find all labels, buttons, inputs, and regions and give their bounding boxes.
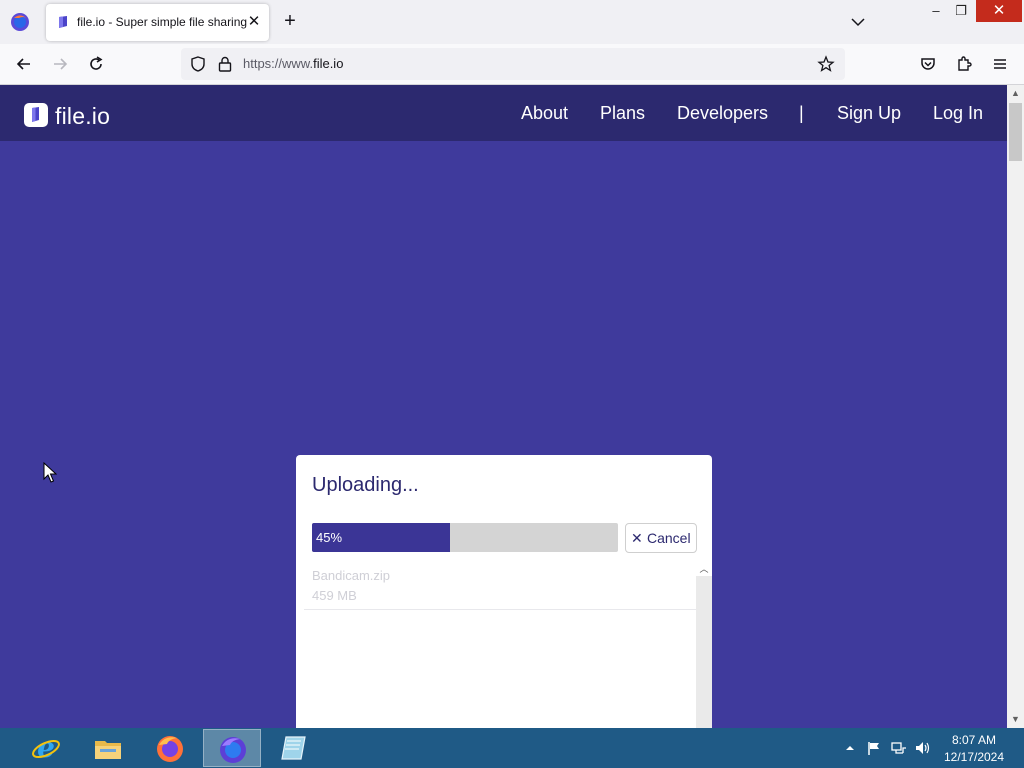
nav-link-about[interactable]: About xyxy=(521,103,568,124)
firefox-menu-icon[interactable] xyxy=(10,12,30,32)
taskbar-file-explorer[interactable] xyxy=(79,729,137,767)
nav-link-developers[interactable]: Developers xyxy=(677,103,768,124)
url-domain: file.io xyxy=(313,56,344,71)
tracking-protection-shield-icon[interactable] xyxy=(189,55,207,73)
hamburger-menu-icon[interactable] xyxy=(990,54,1010,74)
close-icon: ✕ xyxy=(631,530,643,546)
new-tab-button[interactable]: + xyxy=(279,10,301,32)
window-maximize-button[interactable]: ❐ xyxy=(949,0,973,22)
nav-link-sign-up[interactable]: Sign Up xyxy=(837,103,901,124)
tab-title: file.io - Super simple file sharing xyxy=(77,15,248,29)
url-text[interactable]: https://www.file.io xyxy=(243,56,343,71)
fileio-logo-icon[interactable] xyxy=(24,103,48,127)
nav-link-plans[interactable]: Plans xyxy=(600,103,645,124)
taskbar-clock-date[interactable]: 12/17/2024 xyxy=(940,750,1008,764)
scrollbar-thumb[interactable] xyxy=(1009,103,1022,161)
svg-text:e: e xyxy=(37,733,55,763)
file-size: 459 MB xyxy=(312,588,357,603)
nav-separator: | xyxy=(799,103,804,123)
upload-file-list: Bandicam.zip 459 MB xyxy=(304,562,696,728)
scroll-up-arrow-icon[interactable]: ▲ xyxy=(1007,85,1024,102)
taskbar-firefox[interactable] xyxy=(141,729,199,767)
site-brand[interactable]: file.io xyxy=(55,103,110,130)
taskbar-firefox-developer[interactable] xyxy=(203,729,261,767)
browser-tab-active[interactable]: file.io - Super simple file sharing ✕ xyxy=(46,4,269,41)
back-arrow-icon[interactable] xyxy=(14,54,34,74)
upload-dialog: Uploading... 45% ✕ Cancel Bandicam.zip 4… xyxy=(296,455,712,728)
upload-progress-bar: 45% xyxy=(312,523,618,552)
extensions-puzzle-icon[interactable] xyxy=(954,54,974,74)
browser-navbar: https://www.file.io xyxy=(0,44,1024,85)
chevron-down-icon[interactable] xyxy=(848,12,868,32)
cancel-label: Cancel xyxy=(647,530,691,546)
file-name: Bandicam.zip xyxy=(312,568,391,583)
page-scrollbar[interactable]: ▲ ▼ xyxy=(1007,85,1024,728)
windows-taskbar: e xyxy=(0,728,1024,768)
file-divider xyxy=(304,609,696,610)
pocket-icon[interactable] xyxy=(918,54,938,74)
taskbar-notepad[interactable] xyxy=(265,729,323,767)
address-bar[interactable]: https://www.file.io xyxy=(181,48,845,80)
taskbar-clock-time[interactable]: 8:07 AM xyxy=(946,733,1002,747)
scroll-down-arrow-icon[interactable]: ▼ xyxy=(1007,711,1024,728)
nav-link-log-in[interactable]: Log In xyxy=(933,103,983,124)
lock-icon[interactable] xyxy=(217,55,233,73)
bookmark-star-icon[interactable] xyxy=(817,55,835,73)
forward-arrow-icon[interactable] xyxy=(50,54,70,74)
action-center-flag-icon[interactable] xyxy=(866,740,882,756)
tab-close-icon[interactable]: ✕ xyxy=(244,12,264,32)
file-list-scrollbar[interactable]: ︿ xyxy=(696,562,712,728)
browser-titlebar: file.io - Super simple file sharing ✕ + … xyxy=(0,0,1024,44)
firefox-developer-icon xyxy=(220,737,246,763)
fileio-favicon-icon xyxy=(59,16,67,28)
internet-explorer-icon: e xyxy=(32,733,60,763)
chevron-up-icon[interactable] xyxy=(844,740,856,756)
network-icon[interactable] xyxy=(890,740,908,756)
taskbar-internet-explorer[interactable]: e xyxy=(17,729,75,767)
window-minimize-button[interactable]: – xyxy=(924,0,948,22)
window-close-button[interactable]: ✕ xyxy=(976,0,1022,22)
firefox-icon xyxy=(157,736,183,762)
url-prefix: https://www. xyxy=(243,56,314,71)
notepad-icon xyxy=(281,736,306,760)
folder-icon xyxy=(95,741,121,759)
upload-progress-label: 45% xyxy=(316,530,343,545)
chevron-up-icon[interactable]: ︿ xyxy=(696,562,712,576)
mouse-cursor-icon xyxy=(43,462,57,483)
cancel-upload-button[interactable]: ✕ Cancel xyxy=(625,523,697,553)
volume-icon[interactable] xyxy=(914,740,932,756)
upload-title: Uploading... xyxy=(312,474,419,496)
reload-icon[interactable] xyxy=(86,54,106,74)
